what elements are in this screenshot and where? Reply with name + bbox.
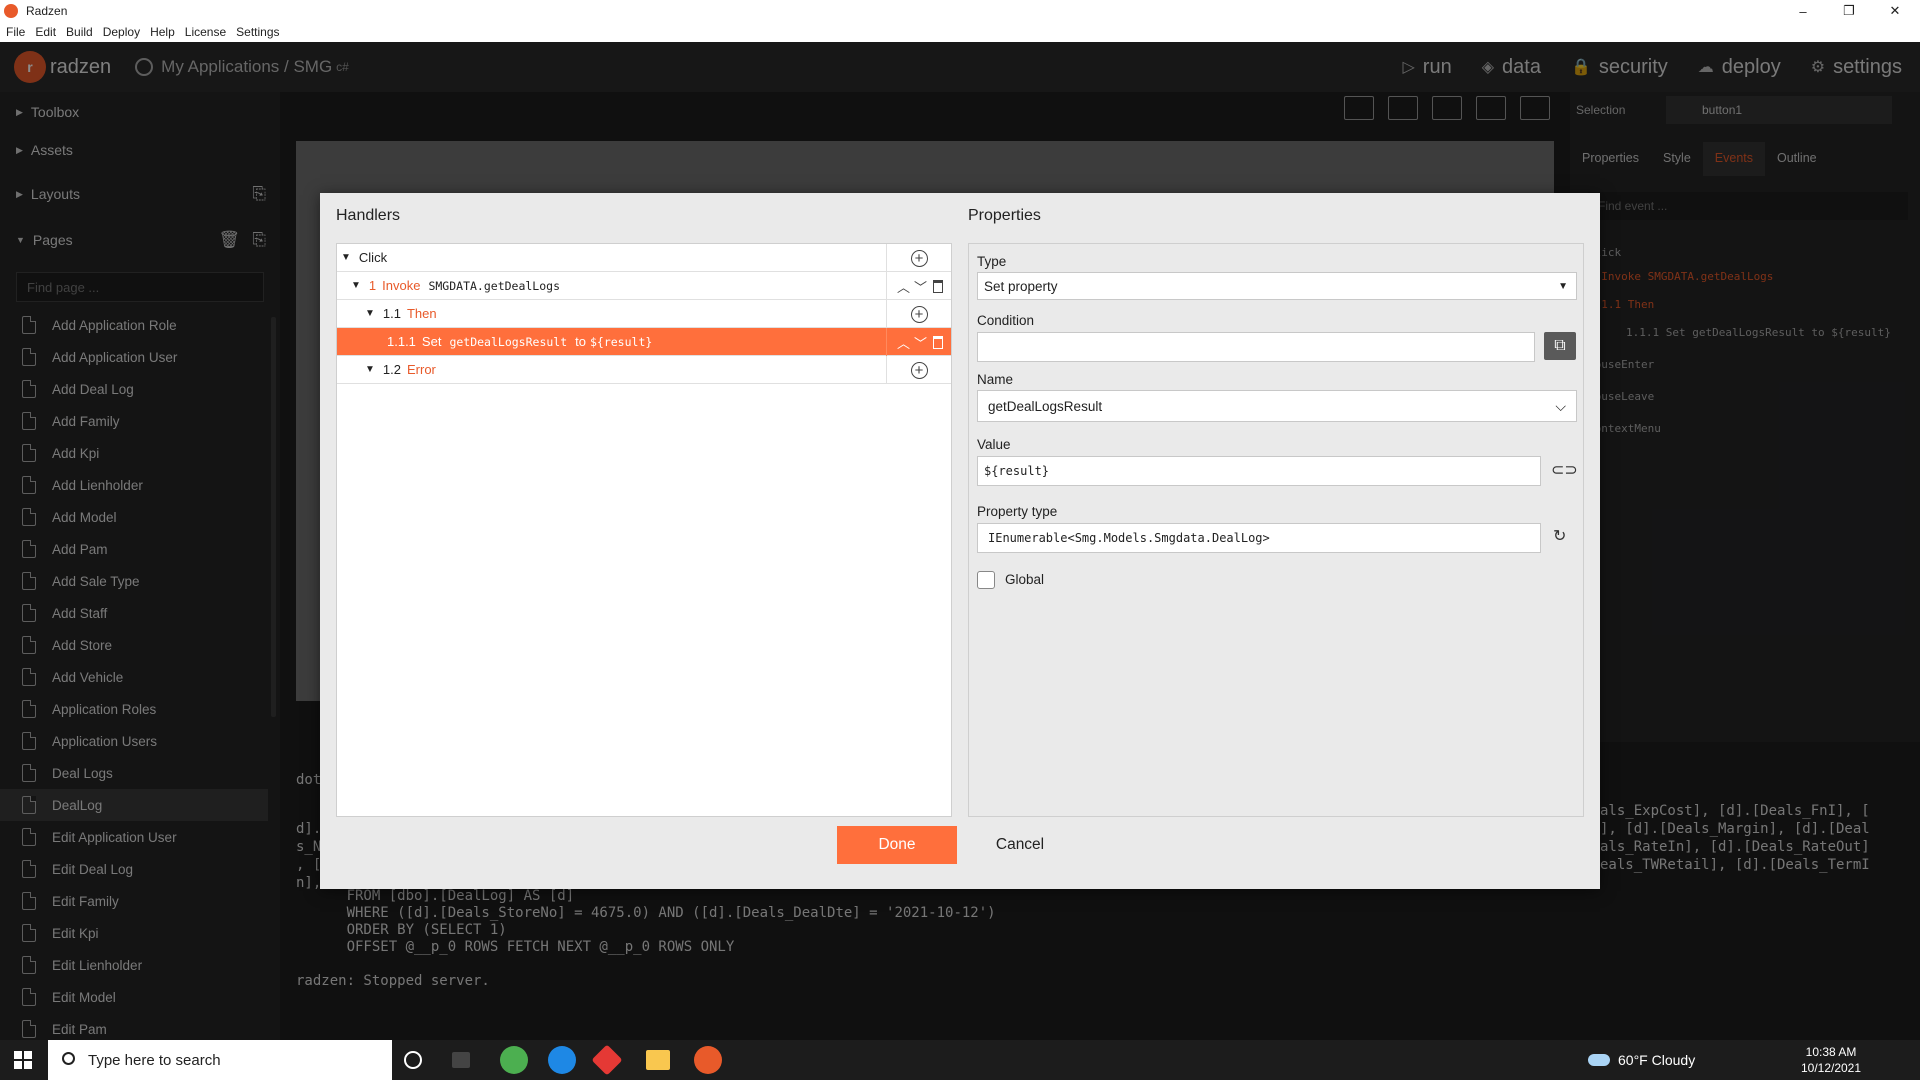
add-action-icon[interactable]: + <box>910 249 928 267</box>
property-type-label: Property type <box>977 504 1058 519</box>
move-down-icon[interactable]: ﹀ <box>914 333 927 352</box>
action-value: ${result} <box>589 334 653 349</box>
handler-click-label: Click <box>358 250 388 265</box>
handler-set-property[interactable]: 1.1.1 Set getDealLogsResult to ${result}… <box>337 328 951 356</box>
refresh-icon[interactable]: ↻ <box>1553 526 1566 546</box>
collapse-icon[interactable]: ▼ <box>365 364 375 375</box>
global-label: Global <box>1005 572 1045 587</box>
cancel-button[interactable]: Cancel <box>980 826 1060 864</box>
delete-icon[interactable] <box>933 279 944 293</box>
action-number: 1 <box>368 278 377 293</box>
cloud-icon <box>1588 1054 1610 1066</box>
menu-build[interactable]: Build <box>66 25 93 39</box>
menu-file[interactable]: File <box>6 25 25 39</box>
chrome-icon[interactable] <box>500 1046 528 1074</box>
done-button[interactable]: Done <box>837 826 957 864</box>
menu-bar: File Edit Build Deploy Help License Sett… <box>0 22 1920 42</box>
collapse-icon[interactable]: ▼ <box>351 280 361 291</box>
properties-panel: Type Set property ▼ Condition ⧉ Name get… <box>968 243 1584 817</box>
select-arrow-icon: ▼ <box>1558 280 1568 292</box>
clock-time: 10:38 AM <box>1805 1045 1857 1059</box>
property-type-input[interactable]: IEnumerable<Smg.Models.Smgdata.DealLog> <box>977 523 1541 553</box>
edge-icon[interactable] <box>548 1046 576 1074</box>
handler-then[interactable]: ▼ 1.1 Then + <box>337 300 951 328</box>
menu-license[interactable]: License <box>185 25 226 39</box>
menu-edit[interactable]: Edit <box>35 25 56 39</box>
radzen-app-icon <box>4 4 18 18</box>
file-explorer-icon[interactable] <box>646 1050 670 1070</box>
condition-label: Condition <box>977 313 1035 328</box>
windows-start-icon[interactable] <box>14 1051 32 1069</box>
add-action-icon[interactable]: + <box>910 305 928 323</box>
window-title: Radzen <box>26 4 68 18</box>
action-to: to <box>575 334 586 349</box>
action-name: getDealLogsResult <box>449 334 568 349</box>
action-keyword: Then <box>406 306 437 321</box>
move-up-icon[interactable]: ︿ <box>897 277 910 296</box>
name-dropdown[interactable]: getDealLogsResult ⌵ <box>977 390 1577 422</box>
handlers-tree: ▼ Click + ▼ 1 Invoke SMGDATA.getDealLogs… <box>336 243 952 817</box>
cortana-icon[interactable] <box>404 1051 422 1069</box>
handler-actions: ︿ ﹀ <box>886 272 951 300</box>
handler-invoke[interactable]: ▼ 1 Invoke SMGDATA.getDealLogs ︿ ﹀ <box>337 272 951 300</box>
close-button[interactable]: ✕ <box>1872 0 1918 22</box>
value-input[interactable]: ${result} <box>977 456 1541 486</box>
move-down-icon[interactable]: ﹀ <box>914 277 927 296</box>
action-target: SMGDATA.getDealLogs <box>428 278 561 293</box>
weather-widget[interactable]: 60°F Cloudy <box>1588 1040 1695 1080</box>
delete-icon[interactable] <box>933 335 944 349</box>
value-label: Value <box>977 437 1011 452</box>
taskbar-search[interactable]: Type here to search <box>48 1040 392 1080</box>
name-dropdown-value: getDealLogsResult <box>988 398 1103 414</box>
menu-deploy[interactable]: Deploy <box>103 25 140 39</box>
handler-actions: + <box>886 300 951 328</box>
type-label: Type <box>977 254 1007 269</box>
radzen-taskbar-icon[interactable] <box>694 1046 722 1074</box>
action-keyword: Error <box>406 362 436 377</box>
handler-error[interactable]: ▼ 1.2 Error + <box>337 356 951 384</box>
taskbar-search-placeholder: Type here to search <box>88 1051 221 1069</box>
condition-input[interactable] <box>977 332 1535 362</box>
global-checkbox[interactable] <box>977 571 995 589</box>
clock-date: 10/12/2021 <box>1800 1061 1862 1075</box>
type-select[interactable]: Set property ▼ <box>977 272 1577 300</box>
open-editor-button[interactable]: ⧉ <box>1544 332 1576 360</box>
type-select-value: Set property <box>984 278 1058 294</box>
app-red-diamond-icon[interactable] <box>591 1044 623 1076</box>
link-icon[interactable]: ⊂⊃ <box>1551 460 1578 480</box>
action-keyword: Invoke <box>382 278 421 293</box>
menu-settings[interactable]: Settings <box>236 25 279 39</box>
minimize-button[interactable]: – <box>1780 0 1826 22</box>
event-handler-dialog: Handlers Properties ▼ Click + ▼ 1 Invoke… <box>320 193 1600 889</box>
handler-actions: ︿ ﹀ <box>886 328 951 356</box>
action-keyword: Set <box>421 334 442 349</box>
action-number: 1.1.1 <box>387 334 416 349</box>
action-number: 1.2 <box>382 362 401 377</box>
handlers-title: Handlers <box>336 207 401 224</box>
handler-click[interactable]: ▼ Click + <box>337 244 951 272</box>
action-number: 1.1 <box>382 306 401 321</box>
chevron-down-icon: ⌵ <box>1555 397 1566 414</box>
handler-actions: + <box>886 356 951 384</box>
collapse-icon[interactable]: ▼ <box>365 308 375 319</box>
weather-text: 60°F Cloudy <box>1618 1052 1696 1068</box>
add-action-icon[interactable]: + <box>910 361 928 379</box>
handler-actions: + <box>886 244 951 272</box>
windows-taskbar: Type here to search 60°F Cloudy 10:38 AM… <box>0 1040 1920 1080</box>
taskbar-clock[interactable]: 10:38 AM 10/12/2021 <box>1796 1044 1866 1076</box>
task-view-icon[interactable] <box>452 1052 470 1068</box>
search-icon <box>62 1052 75 1065</box>
properties-title: Properties <box>968 207 1041 224</box>
window-titlebar: Radzen – ❐ ✕ <box>0 0 1920 22</box>
menu-help[interactable]: Help <box>150 25 175 39</box>
name-label: Name <box>977 372 1014 387</box>
move-up-icon[interactable]: ︿ <box>897 333 910 352</box>
maximize-button[interactable]: ❐ <box>1826 0 1872 22</box>
collapse-icon[interactable]: ▼ <box>341 252 351 263</box>
